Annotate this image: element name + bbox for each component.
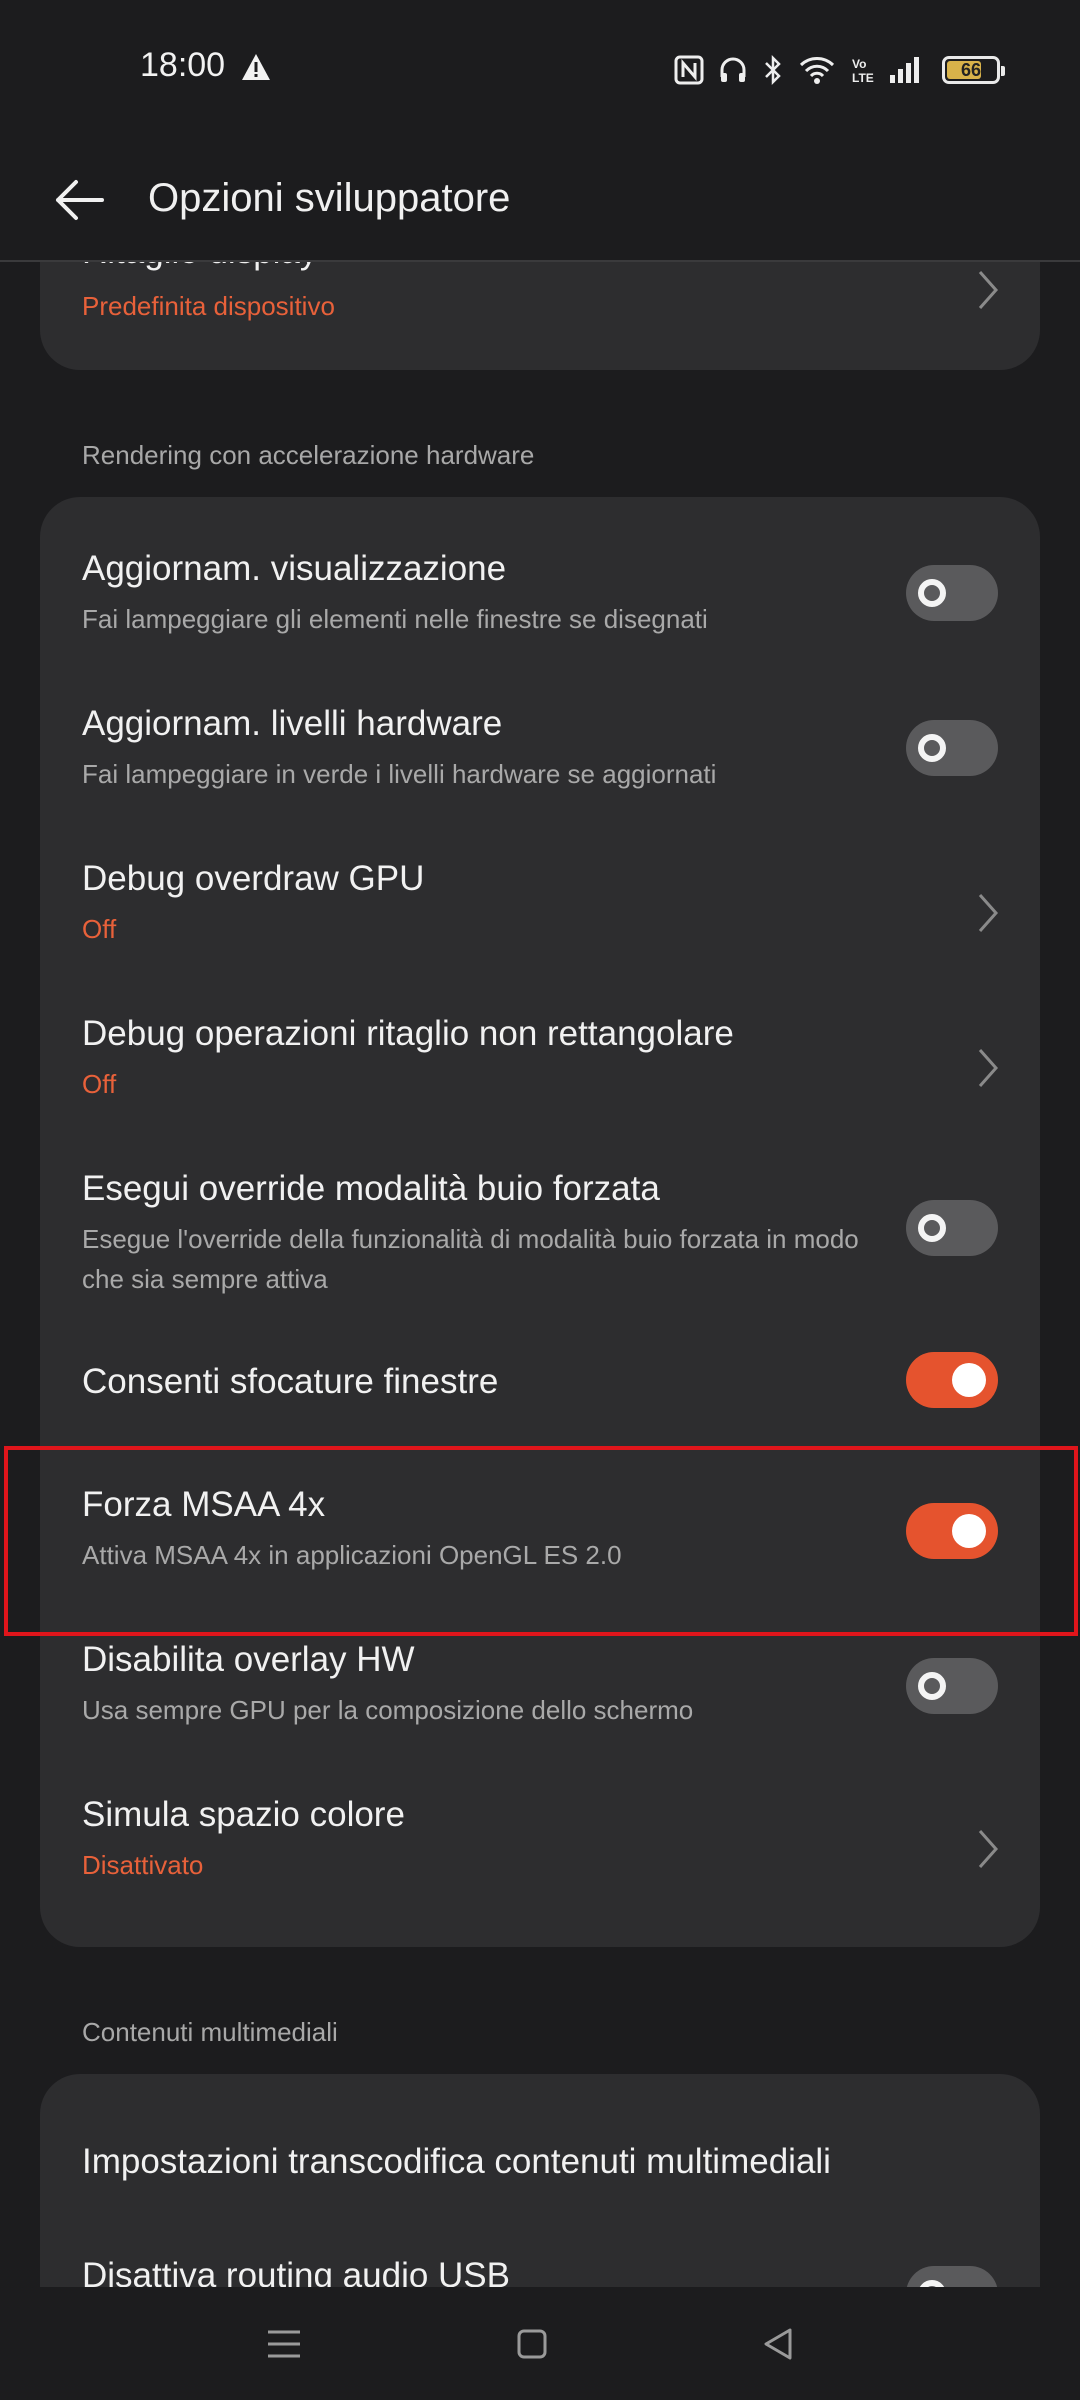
toggle-knob — [918, 579, 946, 607]
chevron-right-icon — [978, 271, 999, 309]
row-title: Disabilita overlay HW — [82, 1640, 415, 1679]
status-icons: Vo LTE 66 — [674, 50, 1005, 90]
toggle-switch[interactable] — [906, 720, 998, 776]
row-simulate-color-space[interactable]: Simula spazio colore Disattivato — [40, 1747, 1040, 1947]
toggle-switch[interactable] — [906, 1200, 998, 1256]
volte-icon: Vo LTE — [852, 57, 874, 85]
toggle-switch[interactable] — [906, 1658, 998, 1714]
row-title: Debug overdraw GPU — [82, 859, 425, 898]
toggle-switch[interactable] — [906, 2266, 998, 2287]
row-title: Debug operazioni ritaglio non rettangola… — [82, 1014, 734, 1053]
row-value: Disattivato — [82, 1850, 204, 1880]
row-show-view-updates[interactable]: Aggiornam. visualizzazione Fai lampeggia… — [40, 497, 1040, 652]
status-bar: 18:00 Vo LTE 66 — [0, 0, 1080, 136]
svg-text:Vo: Vo — [852, 57, 866, 71]
home-icon[interactable] — [512, 2324, 552, 2364]
row-media-transcoding[interactable]: Impostazioni transcodifica contenuti mul… — [40, 2074, 1040, 2224]
toggle-switch[interactable] — [906, 1352, 998, 1408]
toggle-switch[interactable] — [906, 565, 998, 621]
row-subtitle: Fai lampeggiare in verde i livelli hardw… — [82, 759, 717, 789]
row-hardware-layer-updates[interactable]: Aggiornam. livelli hardware Fai lampeggi… — [40, 652, 1040, 807]
wifi-icon — [799, 57, 835, 84]
battery-level: 66 — [960, 60, 982, 80]
row-override-force-dark[interactable]: Esegui override modalità buio forzata Es… — [40, 1117, 1040, 1312]
row-allow-window-blurs[interactable]: Consenti sfocature finestre — [40, 1312, 1040, 1437]
section-header-media: Contenuti multimediali — [82, 2017, 338, 2047]
back-arrow-icon[interactable] — [52, 172, 108, 228]
row-value: Off — [82, 914, 117, 944]
section-header-rendering: Rendering con accelerazione hardware — [82, 440, 535, 470]
row-title: Impostazioni transcodifica contenuti mul… — [82, 2142, 831, 2181]
row-subtitle: Usa sempre GPU per la composizione dello… — [82, 1695, 694, 1725]
row-title: Simula spazio colore — [82, 1795, 405, 1834]
row-debug-gpu-overdraw[interactable]: Debug overdraw GPU Off — [40, 807, 1040, 962]
row-title: Disattiva routing audio USB — [82, 2256, 510, 2287]
toggle-knob — [918, 1672, 946, 1700]
chevron-right-icon — [978, 1830, 999, 1868]
media-card: Impostazioni transcodifica contenuti mul… — [40, 2074, 1040, 2287]
app-bar: Opzioni sviluppatore — [0, 136, 1080, 262]
back-icon[interactable] — [758, 2324, 798, 2364]
toggle-knob — [952, 1363, 986, 1397]
row-title: Aggiornam. visualizzazione — [82, 549, 507, 588]
chevron-right-icon — [978, 1049, 999, 1087]
row-subtitle: Esegue l'override della funzionalità di … — [82, 1224, 859, 1294]
row-title: Ritaglio display — [82, 262, 317, 272]
highlight-box — [4, 1446, 1078, 1636]
signal-icon — [890, 57, 919, 83]
rendering-card: Aggiornam. visualizzazione Fai lampeggia… — [40, 497, 1040, 1947]
display-cutout-card[interactable]: Ritaglio display Predefinita dispositivo — [40, 262, 1040, 370]
toggle-knob — [918, 734, 946, 762]
row-disable-usb-audio-routing[interactable]: Disattiva routing audio USB — [40, 2224, 1040, 2287]
status-time: 18:00 — [140, 46, 226, 84]
toggle-knob — [918, 1214, 946, 1242]
navigation-bar — [0, 2288, 1080, 2400]
row-value: Predefinita dispositivo — [82, 291, 335, 321]
battery-icon: 66 — [942, 56, 1005, 84]
toggle-knob — [918, 2280, 946, 2287]
menu-icon[interactable] — [264, 2324, 304, 2364]
svg-text:LTE: LTE — [852, 71, 874, 85]
nfc-icon — [674, 55, 704, 85]
settings-list[interactable]: Ritaglio display Predefinita dispositivo… — [0, 262, 1080, 2287]
row-value: Off — [82, 1069, 117, 1099]
page-title: Opzioni sviluppatore — [148, 176, 511, 220]
row-title: Esegui override modalità buio forzata — [82, 1169, 660, 1208]
row-debug-non-rect-clip[interactable]: Debug operazioni ritaglio non rettangola… — [40, 962, 1040, 1117]
headphones-icon — [720, 57, 746, 82]
row-title: Consenti sfocature finestre — [82, 1362, 499, 1401]
row-title: Aggiornam. livelli hardware — [82, 704, 503, 743]
warning-icon — [242, 54, 270, 80]
row-subtitle: Fai lampeggiare gli elementi nelle fines… — [82, 604, 708, 634]
chevron-right-icon — [978, 894, 999, 932]
bluetooth-icon — [765, 54, 781, 86]
